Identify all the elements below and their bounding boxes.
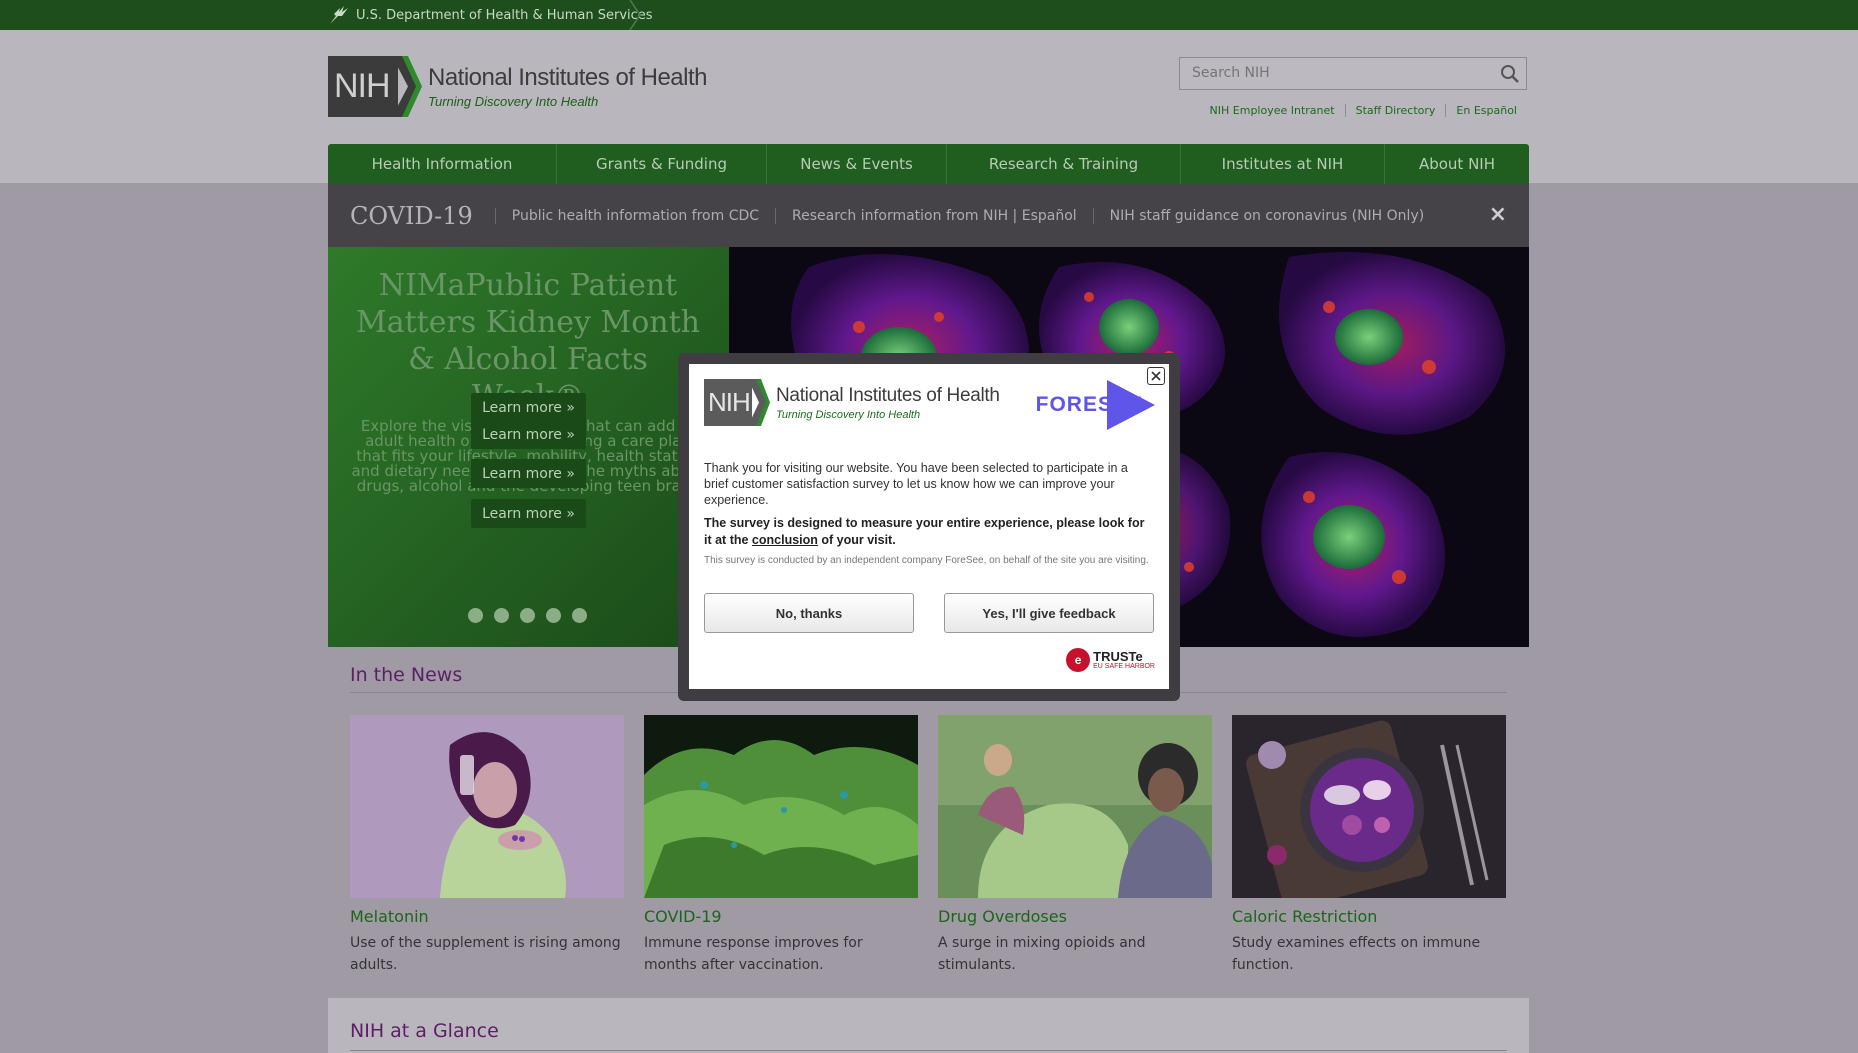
modal-logo-tagline: Turning Discovery Into Health bbox=[776, 408, 921, 421]
nav-health-information[interactable]: Health Information bbox=[328, 144, 557, 184]
truste-icon: e bbox=[1066, 648, 1091, 672]
learn-more-button[interactable]: Learn more » bbox=[471, 459, 586, 488]
drug-overdoses-image[interactable] bbox=[938, 715, 1212, 898]
nav-research-training[interactable]: Research & Training bbox=[947, 144, 1181, 184]
intranet-link[interactable]: NIH Employee Intranet bbox=[1200, 104, 1345, 117]
carousel-dot[interactable] bbox=[494, 608, 509, 623]
card-title[interactable]: COVID-19 bbox=[644, 907, 918, 926]
survey-emphasis-tail: of your visit. bbox=[817, 533, 896, 547]
covid-staff-link[interactable]: NIH staff guidance on coronavirus (NIH O… bbox=[1092, 207, 1441, 224]
modal-logo-title: National Institutes of Health bbox=[776, 384, 1000, 406]
learn-more-button[interactable]: Learn more » bbox=[471, 499, 586, 528]
card-title[interactable]: Caloric Restriction bbox=[1232, 907, 1506, 926]
carousel-dot[interactable] bbox=[468, 608, 483, 623]
survey-modal: NIH National Institutes of Health Turnin… bbox=[689, 364, 1169, 689]
survey-emphasis: The survey is designed to measure your e… bbox=[704, 515, 1154, 549]
nav-about-nih[interactable]: About NIH bbox=[1385, 144, 1529, 184]
carousel-dots bbox=[468, 608, 598, 623]
nih-logo-abbr: NIH bbox=[334, 67, 391, 105]
truste-seal[interactable]: e TRUSTe EU SAFE HARBOR bbox=[1066, 648, 1155, 672]
nih-logo[interactable]: NIH National Institutes of Health Turnin… bbox=[328, 56, 708, 117]
melatonin-image[interactable] bbox=[350, 715, 624, 898]
news-card-melatonin[interactable]: Melatonin Use of the supplement is risin… bbox=[350, 715, 624, 976]
section-divider bbox=[350, 1050, 1507, 1051]
nih-logo-mark: NIH bbox=[328, 56, 422, 117]
nih-logo-abbr: NIH bbox=[708, 387, 751, 417]
card-title[interactable]: Drug Overdoses bbox=[938, 907, 1212, 926]
truste-title: TRUSTe bbox=[1093, 648, 1143, 664]
carousel-dot[interactable] bbox=[572, 608, 587, 623]
at-a-glance-heading: NIH at a Glance bbox=[350, 1020, 499, 1042]
survey-intro: Thank you for visiting our website. You … bbox=[704, 461, 1128, 507]
nih-chevron-icon bbox=[748, 379, 770, 426]
covid-image[interactable] bbox=[644, 715, 918, 898]
logo-title: National Institutes of Health bbox=[428, 64, 708, 91]
hhs-label: U.S. Department of Health & Human Servic… bbox=[356, 7, 653, 23]
staff-directory-link[interactable]: Staff Directory bbox=[1344, 104, 1446, 117]
covid-research-link[interactable]: Research information from NIH | Español bbox=[775, 207, 1093, 224]
learn-more-button[interactable]: Learn more » bbox=[471, 420, 586, 449]
news-card-covid[interactable]: COVID-19 Immune response improves for mo… bbox=[644, 715, 918, 976]
close-icon[interactable]: × bbox=[1489, 202, 1507, 227]
modal-nih-logo: NIH National Institutes of Health Turnin… bbox=[704, 379, 1000, 426]
caloric-restriction-image[interactable] bbox=[1232, 715, 1506, 898]
search-box bbox=[1179, 57, 1527, 90]
foresee-arrow-icon bbox=[1107, 380, 1155, 430]
hhs-link[interactable]: U.S. Department of Health & Human Servic… bbox=[328, 0, 653, 30]
at-a-glance-section: NIH at a Glance bbox=[328, 998, 1529, 1053]
nav-grants-funding[interactable]: Grants & Funding bbox=[557, 144, 767, 184]
in-the-news-heading: In the News bbox=[350, 664, 463, 686]
chevron-right-icon bbox=[629, 0, 641, 30]
hhs-top-bar: U.S. Department of Health & Human Servic… bbox=[0, 0, 1858, 30]
card-description: A surge in mixing opioids and stimulants… bbox=[938, 935, 1146, 973]
learn-more-button[interactable]: Learn more » bbox=[471, 393, 586, 422]
covid-title: COVID-19 bbox=[350, 201, 473, 230]
give-feedback-button[interactable]: Yes, I'll give feedback bbox=[944, 593, 1154, 633]
conclusion-link[interactable]: conclusion bbox=[752, 533, 818, 547]
search-input[interactable] bbox=[1190, 64, 1494, 82]
truste-subtitle: EU SAFE HARBOR bbox=[1093, 662, 1155, 670]
nih-chevron-icon bbox=[392, 56, 422, 117]
search-icon[interactable] bbox=[1500, 64, 1520, 84]
news-card-caloric-restriction[interactable]: Caloric Restriction Study examines effec… bbox=[1232, 715, 1506, 976]
utility-links: NIH Employee Intranet Staff Directory En… bbox=[1200, 104, 1527, 117]
logo-tagline: Turning Discovery Into Health bbox=[428, 94, 599, 109]
main-nav: Health Information Grants & Funding News… bbox=[328, 144, 1529, 184]
carousel-dot[interactable] bbox=[520, 608, 535, 623]
carousel-dot[interactable] bbox=[546, 608, 561, 623]
card-title[interactable]: Melatonin bbox=[350, 907, 624, 926]
survey-disclaimer: This survey is conducted by an independe… bbox=[704, 555, 1149, 566]
covid-cdc-link[interactable]: Public health information from CDC bbox=[494, 207, 775, 224]
news-card-drug-overdoses[interactable]: Drug Overdoses A surge in mixing opioids… bbox=[938, 715, 1212, 976]
card-description: Immune response improves for months afte… bbox=[644, 935, 863, 973]
nav-institutes[interactable]: Institutes at NIH bbox=[1181, 144, 1385, 184]
card-description: Study examines effects on immune functio… bbox=[1232, 935, 1481, 973]
hhs-eagle-icon bbox=[330, 6, 348, 24]
foresee-logo: FORESEE bbox=[1036, 380, 1155, 430]
card-description: Use of the supplement is rising among ad… bbox=[350, 935, 621, 973]
nav-news-events[interactable]: News & Events bbox=[767, 144, 947, 184]
espanol-link[interactable]: En Español bbox=[1445, 104, 1527, 117]
hero-carousel-panel: NIMaPublic Patient Matters Kidney Month … bbox=[328, 247, 729, 647]
nih-logo-mark: NIH bbox=[704, 379, 770, 426]
covid-banner: COVID-19 Public health information from … bbox=[328, 184, 1529, 247]
no-thanks-button[interactable]: No, thanks bbox=[704, 593, 914, 633]
